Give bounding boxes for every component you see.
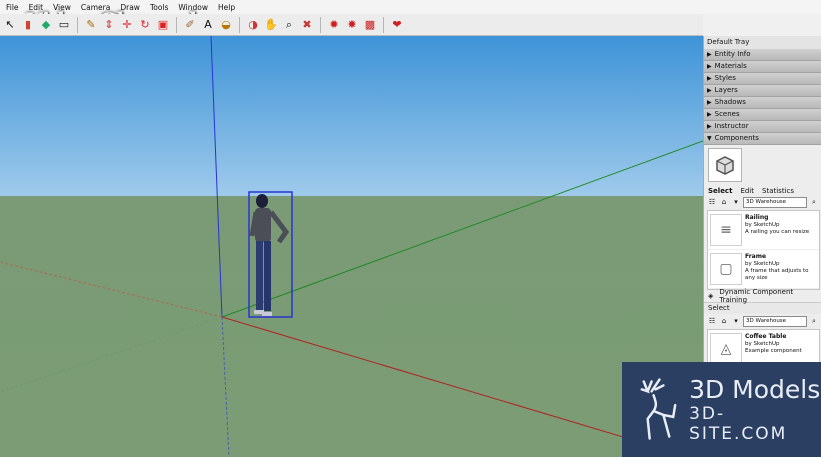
collapse-arrow-icon: ▶ xyxy=(707,87,712,94)
secondary-search-input[interactable]: 3D Warehouse xyxy=(743,316,807,327)
zoom-icon[interactable]: ⌕ xyxy=(281,17,297,33)
collapse-arrow-icon: ▶ xyxy=(707,75,712,82)
main-toolbar: ↖ ▮ ◆ ▭ ✎ ⇕ ✛ ↻ ▣ ✐ A ◒ ◑ ✋ ⌕ ✖ ✹ ✸ ▩ ❤ xyxy=(0,14,703,36)
select-icon[interactable]: ↖ xyxy=(2,17,18,33)
item-description: Example component xyxy=(745,348,802,354)
extension-icon[interactable]: ❤ xyxy=(389,17,405,33)
paint-bucket-icon[interactable]: ◆ xyxy=(38,17,54,33)
collapse-arrow-icon: ▶ xyxy=(707,111,712,118)
watermark-text: 3D Models 3D-SITE.COM xyxy=(689,375,821,444)
cube-icon xyxy=(716,156,734,175)
railing-thumbnail: ≡ xyxy=(710,214,742,246)
collapse-arrow-icon: ▶ xyxy=(707,99,712,106)
tab-statistics[interactable]: Statistics xyxy=(762,187,794,195)
panel-instructor[interactable]: ▶ Instructor xyxy=(704,121,821,133)
text-icon[interactable]: A xyxy=(200,17,216,33)
paint-icon[interactable]: ◒ xyxy=(218,17,234,33)
item-author: by SketchUp xyxy=(745,341,780,347)
panel-shadows[interactable]: ▶ Shadows xyxy=(704,97,821,109)
move-icon[interactable]: ✛ xyxy=(119,17,135,33)
red-axis xyxy=(221,316,691,457)
toolbar-divider xyxy=(176,16,177,33)
green-axis-negative xyxy=(0,316,223,393)
panel-components[interactable]: ▼ Components xyxy=(704,133,821,145)
item-author: by SketchUp xyxy=(745,222,780,228)
view-options-icon[interactable]: ☷ xyxy=(707,198,717,207)
toolbar-divider xyxy=(239,16,240,33)
table-thumbnail: ◬ xyxy=(710,333,742,365)
item-name: Railing xyxy=(745,214,769,221)
panel-layers[interactable]: ▶ Layers xyxy=(704,85,821,97)
share-model-icon[interactable]: ✸ xyxy=(344,17,360,33)
rectangle-icon[interactable]: ▭ xyxy=(56,17,72,33)
watermark-sub: 3D-SITE.COM xyxy=(689,404,788,444)
blue-axis-negative xyxy=(221,316,230,457)
item-meta: Railing by SketchUp A railing you can re… xyxy=(745,214,809,246)
components-icon[interactable]: ▩ xyxy=(362,17,378,33)
tape-measure-icon[interactable]: ✐ xyxy=(182,17,198,33)
view-options-icon[interactable]: ☷ xyxy=(707,317,717,326)
pan-icon[interactable]: ✋ xyxy=(263,17,279,33)
home-icon[interactable]: ⌂ xyxy=(719,317,729,326)
model-viewport[interactable] xyxy=(0,36,703,457)
item-name: Frame xyxy=(745,253,767,260)
deer-logo-icon xyxy=(640,377,677,440)
collapse-arrow-icon: ▶ xyxy=(707,123,712,130)
toolbar-divider xyxy=(77,16,78,33)
component-tabs: Select Edit Statistics xyxy=(704,182,821,195)
warehouse-icon[interactable]: ✹ xyxy=(326,17,342,33)
item-meta: Coffee Table by SketchUp Example compone… xyxy=(745,333,802,365)
component-preview xyxy=(708,148,742,182)
rotate-icon[interactable]: ↻ xyxy=(137,17,153,33)
pencil-icon[interactable]: ✎ xyxy=(83,17,99,33)
expand-arrow-icon: ▼ xyxy=(707,135,712,142)
person-figure xyxy=(249,194,290,316)
panel-materials[interactable]: ▶ Materials xyxy=(704,61,821,73)
collapse-arrow-icon: ▶ xyxy=(707,63,712,70)
warehouse-search-input[interactable]: 3D Warehouse xyxy=(743,197,807,208)
dynamic-component-icon: ◈ xyxy=(708,292,714,300)
component-list[interactable]: ≡ Railing by SketchUp A railing you can … xyxy=(707,210,820,290)
panel-entity-info[interactable]: ▶ Entity Info xyxy=(704,49,821,61)
item-name: Coffee Table xyxy=(745,333,787,340)
frame-thumbnail: ▢ xyxy=(710,253,742,285)
component-footer: ◈ Dynamic Component Training xyxy=(704,288,821,304)
collapse-arrow-icon: ▶ xyxy=(707,51,712,58)
search-icon[interactable]: ⌕ xyxy=(809,198,819,207)
tab-select[interactable]: Select xyxy=(708,187,732,195)
item-author: by SketchUp xyxy=(745,261,780,267)
zoom-extents-icon[interactable]: ✖ xyxy=(299,17,315,33)
tray-title: Default Tray xyxy=(704,36,821,49)
panel-scenes[interactable]: ▶ Scenes xyxy=(704,109,821,121)
secondary-search-row: ☷ ⌂ ▾ 3D Warehouse ⌕ xyxy=(704,314,821,327)
scale-icon[interactable]: ▣ xyxy=(155,17,171,33)
red-axis-negative xyxy=(0,261,223,318)
home-icon[interactable]: ⌂ xyxy=(719,198,729,207)
list-item[interactable]: ≡ Railing by SketchUp A railing you can … xyxy=(708,211,819,250)
item-meta: Frame by SketchUp A frame that adjusts t… xyxy=(745,253,817,285)
item-description: A railing you can resize xyxy=(745,229,810,235)
eraser-icon[interactable]: ▮ xyxy=(20,17,36,33)
item-description: A frame that adjusts to any size xyxy=(745,268,809,281)
menu-help[interactable]: Help xyxy=(218,3,235,12)
blue-axis xyxy=(210,36,223,318)
list-item[interactable]: ▢ Frame by SketchUp A frame that adjusts… xyxy=(708,250,819,289)
green-axis xyxy=(221,140,703,318)
toolbar-divider xyxy=(320,16,321,33)
panel-styles[interactable]: ▶ Styles xyxy=(704,73,821,85)
search-icon[interactable]: ⌕ xyxy=(809,317,819,326)
orbit-icon[interactable]: ◑ xyxy=(245,17,261,33)
scene-canvas xyxy=(0,36,703,457)
dynamic-training-link[interactable]: Dynamic Component Training xyxy=(719,288,821,304)
toolbar-divider xyxy=(383,16,384,33)
dropdown-arrow-icon[interactable]: ▾ xyxy=(731,198,741,207)
watermark-main: 3D Models xyxy=(689,375,821,404)
dropdown-arrow-icon[interactable]: ▾ xyxy=(731,317,741,326)
menu-file[interactable]: File xyxy=(6,3,19,12)
tab-edit[interactable]: Edit xyxy=(740,187,754,195)
push-pull-icon[interactable]: ⇕ xyxy=(101,17,117,33)
site-watermark: 3D Models 3D-SITE.COM xyxy=(622,362,821,457)
component-search-row: ☷ ⌂ ▾ 3D Warehouse ⌕ xyxy=(704,195,821,208)
